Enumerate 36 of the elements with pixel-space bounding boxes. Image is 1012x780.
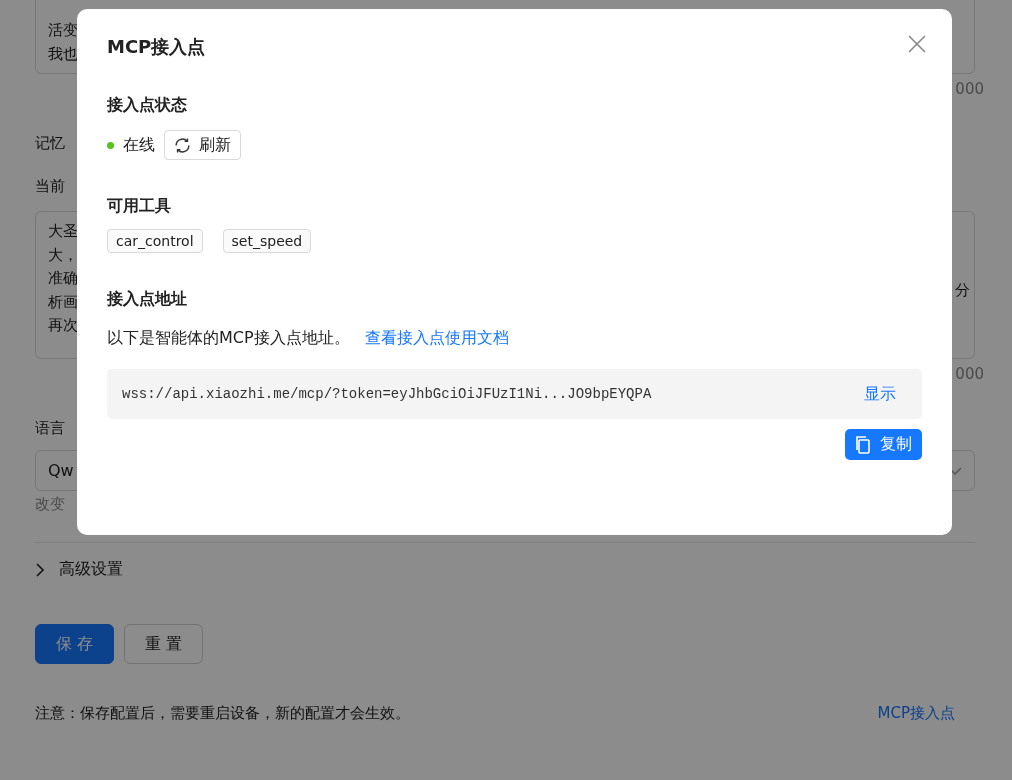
hint-text: 改变 xyxy=(35,495,66,514)
field-label: 记忆 xyxy=(35,134,65,153)
text-line: 大， xyxy=(48,244,78,266)
close-icon[interactable] xyxy=(906,33,928,55)
description-text: 以下是智能体的MCP接入点地址。 xyxy=(107,328,350,349)
tool-tag: set_speed xyxy=(222,229,312,253)
char-counter: 000 xyxy=(955,365,984,383)
chevron-icon xyxy=(35,562,45,577)
section-title: 接入点地址 xyxy=(107,289,187,310)
field-label: 当前 xyxy=(35,177,65,196)
text-line: 再次 xyxy=(48,315,78,336)
text-line: 准确 xyxy=(48,268,78,289)
text-line: 我也 xyxy=(48,43,78,65)
docs-link[interactable]: 查看接入点使用文档 xyxy=(364,328,509,349)
section-title: 可用工具 xyxy=(107,196,171,217)
dialog-title: MCP接入点 xyxy=(107,35,206,59)
copy-icon xyxy=(855,435,871,454)
char-counter: 000 xyxy=(955,80,984,98)
text-line: 大圣 xyxy=(48,221,78,242)
note-text: 注意：保存配置后，需要重启设备，新的配置才会生效。 xyxy=(35,704,410,723)
text-line: 活变 xyxy=(48,20,78,41)
show-link[interactable]: 显示 xyxy=(864,383,896,405)
refresh-button[interactable]: 刷新 xyxy=(164,130,241,160)
section-title: 接入点状态 xyxy=(107,95,187,116)
field-label: 语言 xyxy=(35,419,65,438)
tool-tag: car_control xyxy=(107,229,203,253)
mcp-link[interactable]: MCP接入点 xyxy=(877,704,955,723)
reset-button[interactable]: 重 置 xyxy=(124,624,203,664)
advanced-settings-toggle[interactable]: 高级设置 xyxy=(35,542,975,580)
status-text: 在线 xyxy=(123,134,155,156)
text-line: 析画 xyxy=(48,291,78,313)
copy-button[interactable]: 复制 xyxy=(845,429,922,460)
save-button[interactable]: 保 存 xyxy=(35,624,114,664)
endpoint-url: wss://api.xiaozhi.me/mcp/?token=eyJhbGciOiJFUzI1Ni...JO9bpEYQPA xyxy=(122,386,652,402)
text-line: 分 xyxy=(955,280,970,301)
refresh-icon xyxy=(174,136,191,154)
